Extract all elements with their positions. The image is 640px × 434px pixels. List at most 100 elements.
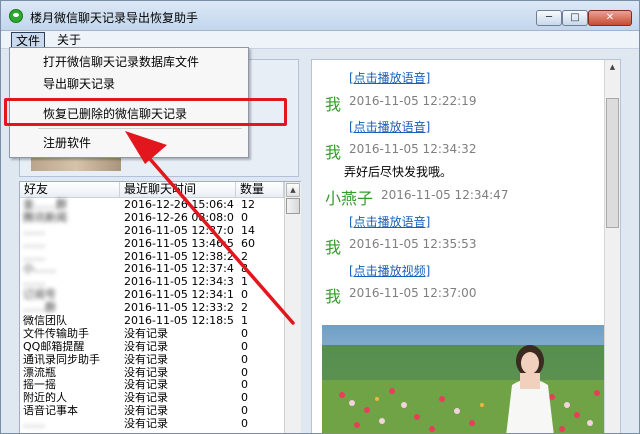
friend-name: 小…… xyxy=(23,263,56,276)
message-count: 0 xyxy=(241,366,248,379)
message-count: 2 xyxy=(241,250,248,263)
maximize-button[interactable]: □ xyxy=(562,10,588,26)
column-header-count[interactable]: 数量 xyxy=(236,182,284,198)
friend-name: …… xyxy=(23,237,45,250)
last-chat-time: 没有记录 xyxy=(124,327,168,340)
highlight-box xyxy=(4,98,287,126)
column-header-last-chat-time[interactable]: 最近聊天时间 xyxy=(120,182,236,198)
last-chat-time: 2016-11-05 12:18:54 xyxy=(124,315,234,328)
friend-name: …… xyxy=(23,418,45,431)
message-timestamp: 2016-11-05 12:22:19 xyxy=(349,94,477,108)
table-row[interactable]: 小…… 2016-11-05 12:37:48 8 xyxy=(20,263,284,276)
table-row[interactable]: 通讯录同步助手 没有记录 0 xyxy=(20,354,284,367)
table-row[interactable]: 语音记事本 没有记录 0 xyxy=(20,405,284,418)
last-chat-time: 2016-11-05 12:34:32 xyxy=(124,276,234,289)
last-chat-time: 2016-11-05 12:37:07 xyxy=(124,224,234,237)
table-row[interactable]: 文件传输助手 没有记录 0 xyxy=(20,328,284,341)
menu-file[interactable]: 文件 xyxy=(11,32,46,48)
friend-name: 漂流瓶 xyxy=(23,366,56,379)
message-count: 0 xyxy=(241,418,248,431)
message-count: 12 xyxy=(241,199,255,211)
menu-item-register[interactable]: 注册软件 xyxy=(43,134,91,152)
scroll-up-icon[interactable]: ▲ xyxy=(286,183,300,197)
table-row[interactable]: …… 2016-11-05 12:37:07 14 xyxy=(20,225,284,238)
friend-name: 摇一摇 xyxy=(23,379,56,392)
last-chat-time: 没有记录 xyxy=(124,392,168,405)
table-row[interactable]: QQ邮箱提醒 没有记录 0 xyxy=(20,341,284,354)
app-logo-icon xyxy=(9,9,23,23)
table-row[interactable]: 微信团队 2016-11-05 12:18:54 1 xyxy=(20,315,284,328)
message-count: 1 xyxy=(241,276,248,289)
table-row[interactable]: 腾讯新闻 2016-12-26 08:08:07 0 xyxy=(20,212,284,225)
minimize-button[interactable]: ─ xyxy=(536,10,562,26)
message-count: 14 xyxy=(241,224,255,237)
message-photo[interactable] xyxy=(322,325,607,433)
table-row[interactable]: ……群 2016-11-05 12:33:20 2 xyxy=(20,302,284,315)
last-chat-time: 没有记录 xyxy=(124,379,168,392)
message-count: 0 xyxy=(241,405,248,418)
table-row[interactable]: …… 2016-11-05 12:38:29 2 xyxy=(20,251,284,264)
last-chat-time: 没有记录 xyxy=(124,340,168,353)
message-count: 60 xyxy=(241,237,255,250)
message-count: 0 xyxy=(241,327,248,340)
table-row[interactable]: 摇一摇 没有记录 0 xyxy=(20,379,284,392)
play-video-link[interactable]: [点击播放视频] xyxy=(349,262,430,279)
table-row[interactable]: …… 2016-11-05 12:34:32 1 xyxy=(20,276,284,289)
title-bar[interactable]: 楼月微信聊天记录导出恢复助手 ─ □ ✕ xyxy=(1,1,639,31)
friend-name: 金……群 xyxy=(23,199,67,211)
message-count: 1 xyxy=(241,315,248,328)
friend-name: 订阅号 xyxy=(23,289,56,302)
play-voice-link[interactable]: [点击播放语音] xyxy=(349,118,430,135)
friend-name: …… xyxy=(23,224,45,237)
table-row[interactable]: 订阅号 2016-11-05 12:34:19 0 xyxy=(20,289,284,302)
play-voice-link[interactable]: [点击播放语音] xyxy=(349,69,430,86)
message-timestamp: 2016-11-05 12:35:53 xyxy=(349,237,477,251)
friend-name: 语音记事本 xyxy=(23,405,78,418)
last-chat-time: 没有记录 xyxy=(124,405,168,418)
last-chat-time: 没有记录 xyxy=(124,418,168,431)
message-count: 0 xyxy=(241,289,248,302)
last-chat-time: 2016-11-05 12:37:48 xyxy=(124,263,234,276)
window-title: 楼月微信聊天记录导出恢复助手 xyxy=(30,11,199,25)
table-row[interactable]: 金……群 2016-12-26 15:06:42 12 xyxy=(20,199,284,212)
message-count: 0 xyxy=(241,353,248,366)
last-chat-time: 没有记录 xyxy=(124,366,168,379)
chat-scrollbar[interactable]: ▲ xyxy=(604,60,620,433)
menu-separator xyxy=(38,128,242,129)
scroll-thumb[interactable] xyxy=(286,198,300,214)
last-chat-time: 2016-11-05 12:33:20 xyxy=(124,302,234,315)
table-row[interactable]: 漂流瓶 没有记录 0 xyxy=(20,367,284,380)
friend-name: 微信团队 xyxy=(23,315,67,328)
last-chat-time: 没有记录 xyxy=(124,353,168,366)
friends-scrollbar[interactable]: ▲ xyxy=(284,182,301,433)
last-chat-time: 2016-11-05 13:46:58 xyxy=(124,237,234,250)
play-voice-link[interactable]: [点击播放语音] xyxy=(349,213,430,230)
friends-list: 金……群 2016-12-26 15:06:42 12 腾讯新闻 2016-12-26 … xyxy=(20,199,284,431)
last-chat-time: 2016-12-26 15:06:42 xyxy=(124,199,234,211)
message-count: 0 xyxy=(241,379,248,392)
message-sender: 我 xyxy=(325,95,342,114)
message-sender: 我 xyxy=(325,287,342,306)
last-chat-time: 2016-11-05 12:38:29 xyxy=(124,250,234,263)
scroll-up-icon[interactable]: ▲ xyxy=(606,61,619,75)
friends-table: 好友 最近聊天时间 数量 金……群 2016-12-26 15:06:42 12 腾讯… xyxy=(19,181,301,433)
friend-name: 附近的人 xyxy=(23,392,67,405)
last-chat-time: 2016-11-05 12:34:19 xyxy=(124,289,234,302)
friend-name: …… xyxy=(23,276,45,289)
chat-history-panel: [点击播放语音] 我 2016-11-05 12:22:19 [点击播放语音] … xyxy=(311,59,621,433)
message-sender: 我 xyxy=(325,143,342,162)
message-timestamp: 2016-11-05 12:34:32 xyxy=(349,142,477,156)
close-button[interactable]: ✕ xyxy=(588,10,632,26)
column-header-friend[interactable]: 好友 xyxy=(20,182,120,198)
table-row[interactable]: …… 2016-11-05 13:46:58 60 xyxy=(20,238,284,251)
scroll-thumb[interactable] xyxy=(606,98,619,228)
message-timestamp: 2016-11-05 12:34:47 xyxy=(381,188,509,202)
message-count: 0 xyxy=(241,211,248,224)
table-row[interactable]: 附近的人 没有记录 0 xyxy=(20,392,284,405)
menu-item-open-database[interactable]: 打开微信聊天记录数据库文件 xyxy=(43,53,199,71)
friend-name: …… xyxy=(23,250,45,263)
message-count: 2 xyxy=(241,302,248,315)
menu-about[interactable]: 关于 xyxy=(53,32,85,48)
table-row[interactable]: …… 没有记录 0 xyxy=(20,418,284,431)
menu-item-export-chat[interactable]: 导出聊天记录 xyxy=(43,75,115,93)
